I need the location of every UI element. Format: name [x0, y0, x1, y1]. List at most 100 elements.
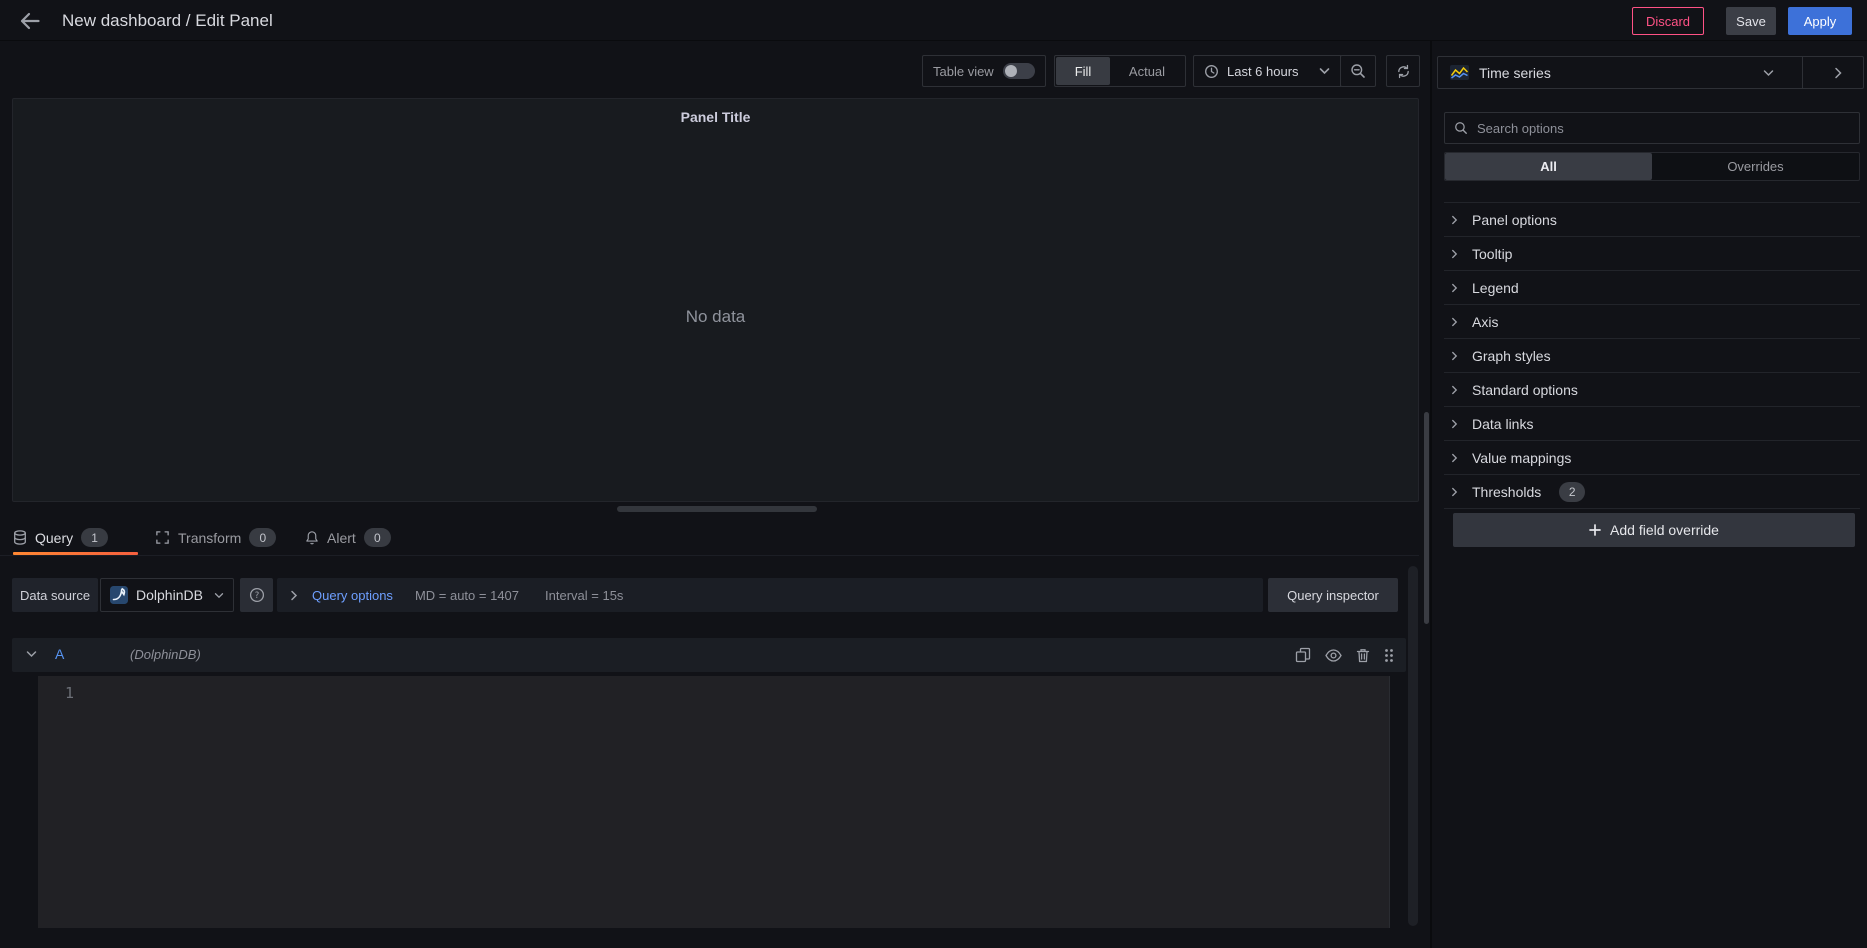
option-graph-styles[interactable]: Graph styles — [1444, 339, 1860, 373]
option-panel-options[interactable]: Panel options — [1444, 203, 1860, 237]
editor-tabs-bar: Query 1 Transform 0 Alert 0 — [0, 522, 1419, 556]
query-row-actions — [1295, 638, 1394, 672]
tab-query-label: Query — [35, 530, 73, 546]
time-series-chart-icon — [1450, 65, 1469, 80]
back-button[interactable] — [14, 8, 46, 34]
svg-text:?: ? — [254, 591, 259, 601]
visualization-name: Time series — [1479, 65, 1753, 81]
add-field-override-button[interactable]: Add field override — [1453, 513, 1855, 547]
query-options-label: Query options — [312, 588, 393, 603]
arrow-left-icon — [20, 12, 40, 30]
refresh-button[interactable] — [1386, 55, 1420, 87]
interval-summary: Interval = 15s — [545, 588, 623, 603]
drag-handle-icon[interactable] — [1384, 648, 1394, 663]
options-search-input[interactable] — [1475, 120, 1850, 137]
query-row-header[interactable]: A (DolphinDB) — [12, 638, 1406, 672]
chevron-down-icon — [1319, 67, 1330, 75]
fill-actual-group: Fill Actual — [1054, 55, 1186, 87]
option-axis[interactable]: Axis — [1444, 305, 1860, 339]
delete-query-icon[interactable] — [1356, 648, 1370, 663]
discard-button[interactable]: Discard — [1632, 7, 1704, 35]
zoom-out-icon — [1350, 63, 1366, 79]
query-pane-scrollbar[interactable] — [1408, 566, 1418, 926]
query-code-editor[interactable]: 1 — [38, 676, 1390, 928]
chevron-right-icon — [1451, 283, 1458, 293]
tab-transform-count: 0 — [249, 528, 276, 547]
search-icon — [1454, 121, 1468, 135]
chevron-right-icon — [1451, 487, 1458, 497]
tab-alert[interactable]: Alert 0 — [305, 522, 391, 553]
refresh-icon — [1396, 64, 1411, 79]
tab-query-count: 1 — [81, 528, 108, 547]
visualization-panel: Panel Title No data — [12, 98, 1419, 502]
chevron-right-icon — [290, 590, 298, 601]
top-bar: New dashboard / Edit Panel Discard Save … — [0, 0, 1867, 41]
filter-tab-overrides[interactable]: Overrides — [1652, 153, 1859, 180]
query-datasource-hint: (DolphinDB) — [130, 647, 201, 662]
dolphindb-logo-icon — [110, 586, 128, 604]
grafana-edit-panel: New dashboard / Edit Panel Discard Save … — [0, 0, 1867, 948]
chevron-right-icon — [1451, 385, 1458, 395]
add-field-override-label: Add field override — [1610, 522, 1719, 538]
collapse-options-button[interactable] — [1813, 57, 1863, 88]
chevron-right-icon — [1451, 419, 1458, 429]
panel-title[interactable]: Panel Title — [13, 109, 1418, 125]
main-scrollbar-thumb[interactable] — [1424, 412, 1429, 624]
page-title: New dashboard / Edit Panel — [62, 0, 273, 41]
panel-resize-handle[interactable] — [617, 506, 817, 512]
query-inspector-button[interactable]: Query inspector — [1268, 578, 1398, 612]
option-thresholds[interactable]: Thresholds 2 — [1444, 475, 1860, 509]
tab-transform-label: Transform — [178, 530, 241, 546]
datasource-help-button[interactable]: ? — [240, 578, 273, 612]
options-search — [1444, 112, 1860, 144]
save-button[interactable]: Save — [1726, 7, 1776, 35]
transform-icon — [155, 530, 170, 545]
chevron-down-icon — [1763, 69, 1774, 77]
tab-alert-count: 0 — [364, 528, 391, 547]
option-tooltip[interactable]: Tooltip — [1444, 237, 1860, 271]
option-data-links[interactable]: Data links — [1444, 407, 1860, 441]
collapse-chevron-icon[interactable] — [26, 650, 37, 658]
question-circle-icon: ? — [249, 587, 265, 603]
query-options-bar[interactable]: Query options MD = auto = 1407 Interval … — [277, 578, 1263, 612]
thresholds-count-badge: 2 — [1559, 482, 1585, 502]
option-legend[interactable]: Legend — [1444, 271, 1860, 305]
table-view-group: Table view — [922, 55, 1046, 87]
tab-transform[interactable]: Transform 0 — [155, 522, 276, 553]
chevron-down-icon — [214, 592, 224, 599]
chevron-right-icon — [1451, 351, 1458, 361]
database-icon — [13, 530, 27, 545]
datasource-name: DolphinDB — [136, 587, 206, 603]
datasource-label: Data source — [12, 578, 98, 612]
option-standard-options[interactable]: Standard options — [1444, 373, 1860, 407]
zoom-out-button[interactable] — [1340, 55, 1376, 87]
query-ref-id: A — [55, 646, 64, 662]
clock-icon — [1204, 64, 1219, 79]
time-range-picker[interactable]: Last 6 hours — [1193, 55, 1341, 87]
options-accordion: Panel options Tooltip Legend Axis Graph … — [1444, 202, 1860, 509]
table-view-toggle[interactable] — [1003, 63, 1035, 79]
option-value-mappings[interactable]: Value mappings — [1444, 441, 1860, 475]
toggle-visibility-icon[interactable] — [1325, 649, 1342, 662]
active-tab-underline — [13, 552, 138, 555]
datasource-picker[interactable]: DolphinDB — [100, 578, 234, 612]
duplicate-query-icon[interactable] — [1295, 647, 1311, 663]
bell-icon — [305, 530, 319, 545]
chevron-right-icon — [1451, 453, 1458, 463]
chevron-right-icon — [1451, 215, 1458, 225]
fill-option[interactable]: Fill — [1056, 57, 1110, 85]
divider — [1802, 57, 1803, 88]
time-range-label: Last 6 hours — [1227, 64, 1311, 79]
tab-alert-label: Alert — [327, 530, 356, 546]
table-view-label: Table view — [933, 64, 994, 79]
tab-query[interactable]: Query 1 — [13, 522, 108, 553]
sidebar-divider — [1430, 41, 1432, 948]
actual-option[interactable]: Actual — [1110, 57, 1184, 85]
options-filter-tabs: All Overrides — [1444, 152, 1860, 181]
visualization-picker[interactable]: Time series — [1437, 56, 1864, 89]
filter-tab-all[interactable]: All — [1445, 153, 1652, 180]
editor-line-number: 1 — [52, 684, 74, 702]
no-data-message: No data — [13, 307, 1418, 327]
chevron-right-icon — [1451, 317, 1458, 327]
apply-button[interactable]: Apply — [1788, 7, 1852, 35]
